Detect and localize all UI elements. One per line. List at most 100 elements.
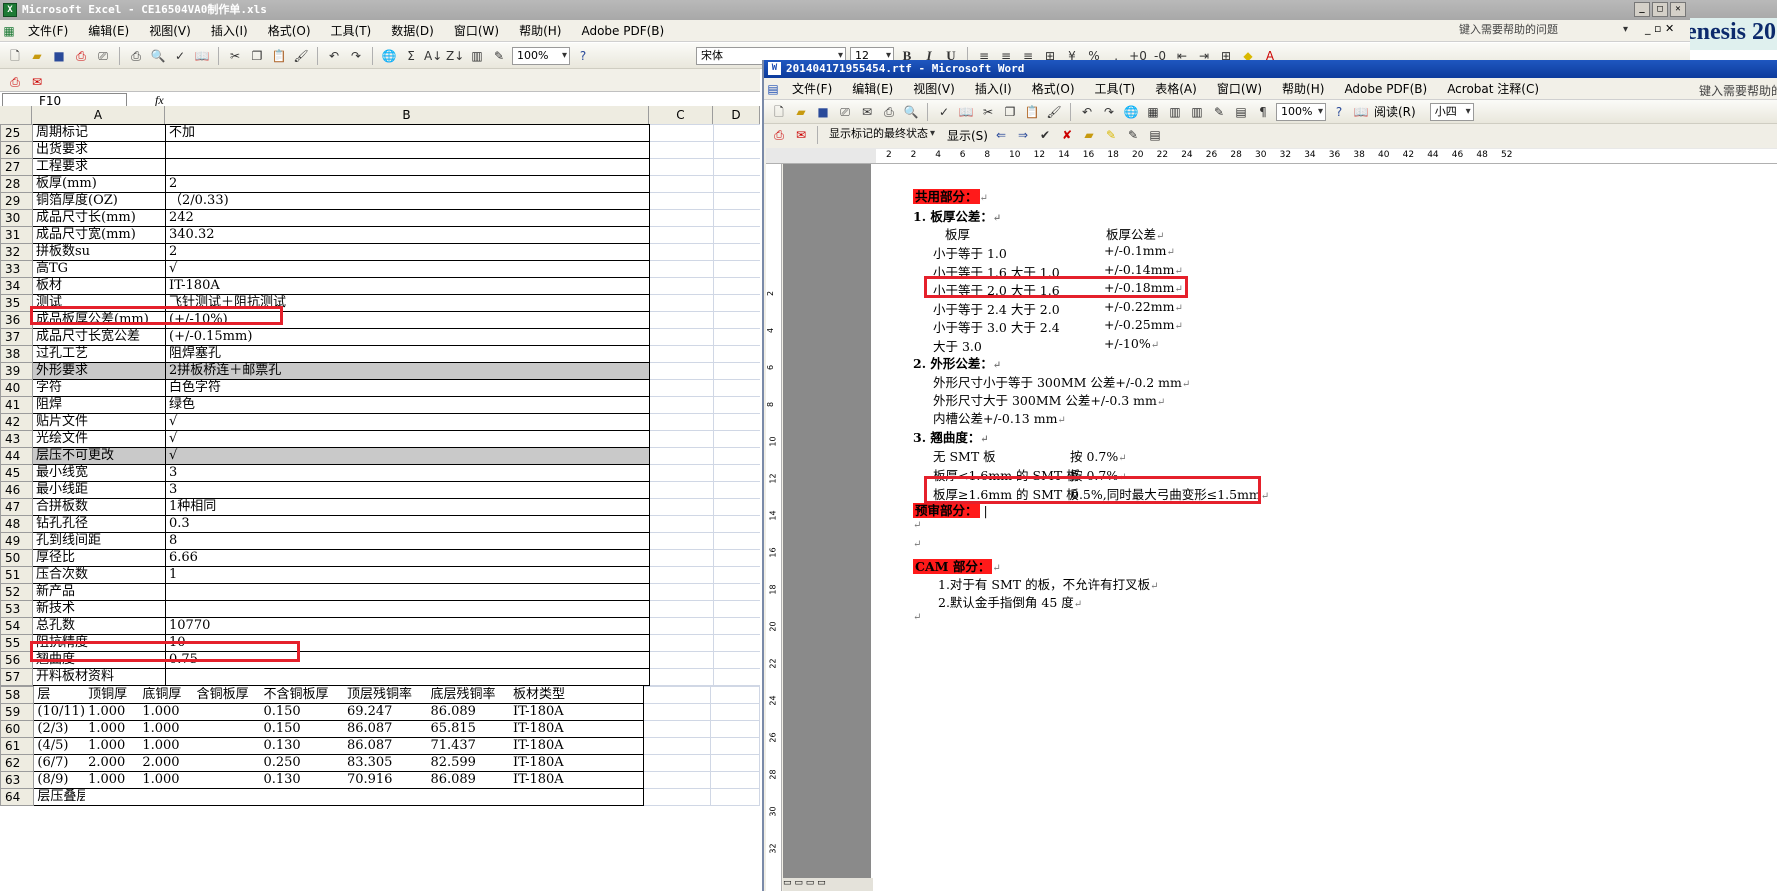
word-menu-adobe[interactable]: Adobe PDF(B)	[1334, 82, 1437, 96]
cell-b[interactable]: IT-180A	[165, 277, 650, 295]
word-research-icon[interactable]: 📖	[957, 103, 975, 121]
layer-cell[interactable]: 顶层残铜率	[343, 686, 428, 704]
outline-view-icon[interactable]: ▭	[817, 878, 826, 888]
cell-c[interactable]	[649, 311, 714, 329]
maximize-button[interactable]: □	[1652, 2, 1668, 17]
layer-cell[interactable]: (6/7)	[33, 754, 86, 772]
row-number[interactable]: 32	[0, 243, 33, 261]
drawing-icon[interactable]: ✎	[490, 47, 508, 65]
layer-cell[interactable]: (8/9)	[33, 771, 86, 789]
row-number[interactable]: 62	[0, 754, 35, 772]
sort-descending-icon[interactable]: Z↓	[446, 47, 464, 65]
layer-cell[interactable]: IT-180A	[509, 771, 645, 789]
cell-d[interactable]	[713, 175, 760, 193]
word-help-icon[interactable]: ?	[1330, 103, 1348, 121]
row-number[interactable]: 48	[0, 515, 33, 533]
cell-d[interactable]	[713, 379, 760, 397]
cell-c[interactable]	[649, 498, 714, 516]
hyperlink-icon[interactable]: 🌐	[380, 47, 398, 65]
column-header-d[interactable]: D	[713, 106, 760, 124]
cell-b[interactable]: √	[165, 260, 650, 278]
reviewing-pane-icon[interactable]: ▤	[1146, 126, 1164, 144]
word-menu-tools[interactable]: 工具(T)	[1085, 80, 1146, 97]
layer-cell[interactable]: (10/11)	[33, 703, 86, 721]
layer-cell[interactable]	[427, 788, 510, 806]
excel-help-input[interactable]: 键入需要帮助的问题	[1455, 22, 1630, 40]
layer-cell[interactable]: 2.000	[139, 754, 194, 772]
cell-d[interactable]	[713, 124, 760, 142]
row-number[interactable]: 63	[0, 771, 35, 789]
cell-d[interactable]	[709, 771, 760, 789]
normal-view-icon[interactable]: ▭	[783, 878, 792, 888]
cell-d[interactable]	[713, 294, 760, 312]
cell-a[interactable]: 合拼板数	[32, 498, 166, 516]
cell-a[interactable]: 层压不可更改	[32, 447, 166, 465]
print-icon[interactable]: ⎙	[127, 47, 145, 65]
layer-cell[interactable]	[193, 737, 261, 755]
cell-b[interactable]: √	[165, 430, 650, 448]
word-menu-format[interactable]: 格式(O)	[1022, 80, 1085, 97]
spelling-icon[interactable]: ✓	[171, 47, 189, 65]
cell-b[interactable]: 10770	[165, 617, 650, 635]
cell-d[interactable]	[713, 413, 760, 431]
word-pdf-icon[interactable]: ⎙	[770, 126, 788, 144]
layer-cell[interactable]	[193, 754, 261, 772]
excel-menu-window[interactable]: 窗口(W)	[444, 22, 509, 39]
cell-b[interactable]: 不加	[165, 124, 650, 142]
cell-a[interactable]: 新产品	[32, 583, 166, 601]
row-number[interactable]: 35	[0, 294, 33, 312]
cell-c[interactable]	[649, 124, 714, 142]
row-number[interactable]: 53	[0, 600, 33, 618]
layer-cell[interactable]	[343, 788, 428, 806]
cell-c[interactable]	[643, 788, 711, 806]
layer-cell[interactable]	[85, 788, 140, 806]
cell-c[interactable]	[649, 566, 714, 584]
layer-cell[interactable]	[509, 788, 645, 806]
cell-b[interactable]: 1	[165, 566, 650, 584]
excel-menu-tools[interactable]: 工具(T)	[321, 22, 382, 39]
print-preview-icon[interactable]: 🔍	[149, 47, 167, 65]
cell-b[interactable]: 阻焊塞孔	[165, 345, 650, 363]
layer-cell[interactable]: 1.000	[85, 737, 140, 755]
select-all-corner[interactable]	[0, 106, 32, 124]
permission-icon[interactable]: ⎚	[94, 47, 112, 65]
excel-menu-edit[interactable]: 编辑(E)	[78, 22, 139, 39]
cell-d[interactable]	[713, 311, 760, 329]
word-hyperlink-icon[interactable]: 🌐	[1122, 103, 1140, 121]
cell-a[interactable]: 最小线宽	[32, 464, 166, 482]
row-number[interactable]: 59	[0, 703, 35, 721]
cell-c[interactable]	[649, 175, 714, 193]
column-header-a[interactable]: A	[32, 106, 165, 124]
row-number[interactable]: 46	[0, 481, 33, 499]
cell-a[interactable]: 板厚(mm)	[32, 175, 166, 193]
new-icon[interactable]: 🗋	[6, 47, 24, 65]
layer-cell[interactable]: 86.089	[427, 771, 510, 789]
word-read-icon[interactable]: 📖	[1352, 103, 1370, 121]
cell-a[interactable]: 最小线距	[32, 481, 166, 499]
row-number[interactable]: 60	[0, 720, 35, 738]
cell-d[interactable]	[713, 192, 760, 210]
cell-a[interactable]: 周期标记	[32, 124, 166, 142]
column-header-c[interactable]: C	[649, 106, 713, 124]
cell-c[interactable]	[649, 379, 714, 397]
word-show-hide-icon[interactable]: ¶	[1254, 103, 1272, 121]
cell-d[interactable]	[713, 481, 760, 499]
row-number[interactable]: 29	[0, 192, 33, 210]
cell-d[interactable]	[709, 703, 760, 721]
cell-b[interactable]	[165, 158, 650, 176]
cell-b[interactable]: 8	[165, 532, 650, 550]
cell-d[interactable]	[709, 737, 760, 755]
sort-ascending-icon[interactable]: A↓	[424, 47, 442, 65]
excel-menu-view[interactable]: 视图(V)	[139, 22, 201, 39]
cell-d[interactable]	[709, 720, 760, 738]
cell-c[interactable]	[649, 413, 714, 431]
cell-a[interactable]: 字符	[32, 379, 166, 397]
cell-a[interactable]: 孔到线间距	[32, 532, 166, 550]
cell-d[interactable]	[713, 566, 760, 584]
layer-cell[interactable]	[139, 788, 194, 806]
close-button[interactable]: ✕	[1670, 2, 1686, 17]
layer-cell[interactable]: (4/5)	[33, 737, 86, 755]
excel-menu-adobe[interactable]: Adobe PDF(B)	[571, 24, 674, 38]
word-pdf-email-icon[interactable]: ✉	[792, 126, 810, 144]
layer-cell[interactable]: 1.000	[139, 703, 194, 721]
